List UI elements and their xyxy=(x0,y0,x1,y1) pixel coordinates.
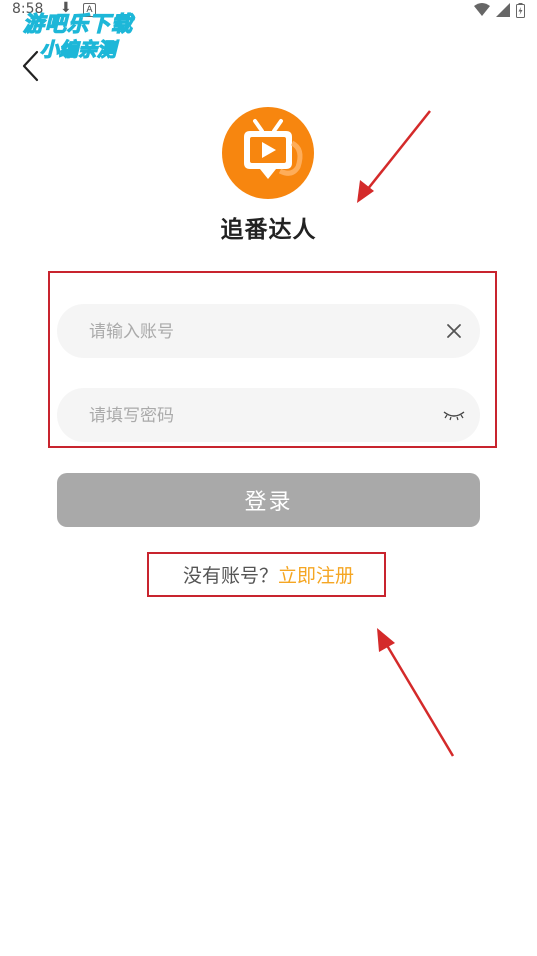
annotation-arrows xyxy=(357,110,455,757)
arrow-to-register xyxy=(377,628,455,757)
arrow-to-title xyxy=(357,110,431,203)
